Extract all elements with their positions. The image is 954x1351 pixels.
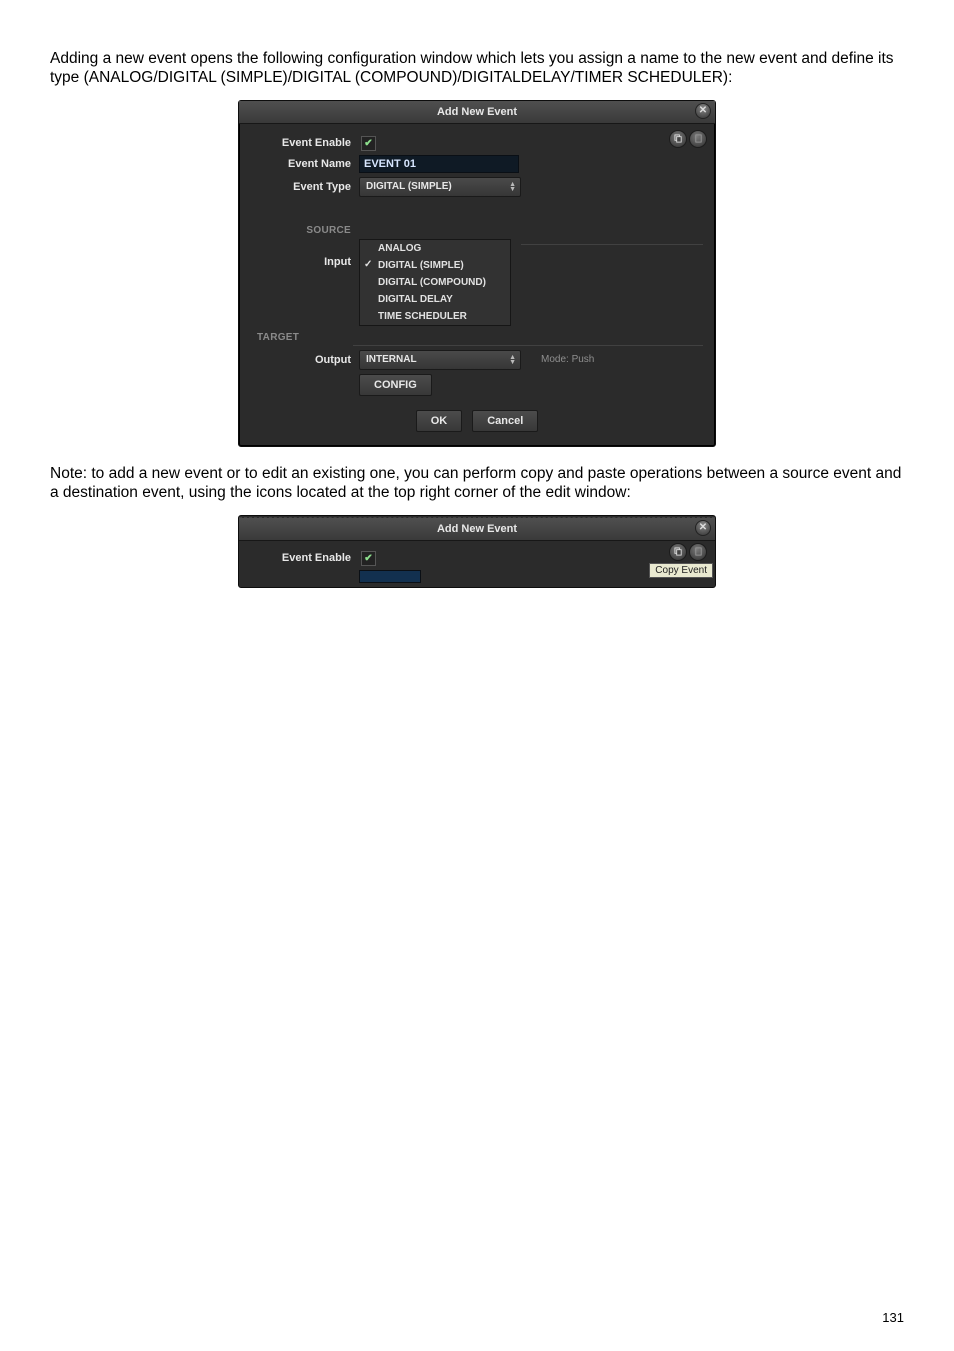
page-number: 131 [882,1310,904,1325]
output-value: INTERNAL [366,354,417,365]
source-header: SOURCE [257,225,351,236]
dialog-titlebar: Add New Event ✕ [239,518,715,541]
dialog-title: Add New Event [437,106,517,118]
ok-button[interactable]: OK [416,410,463,432]
add-event-dialog: Add New Event ✕ Event Enable ✔ [238,100,716,447]
close-icon[interactable]: ✕ [695,520,711,536]
dropdown-item-time-scheduler[interactable]: TIME SCHEDULER [360,308,510,325]
dropdown-item-analog[interactable]: ANALOG [360,240,510,257]
dropdown-item-digital-compound[interactable]: DIGITAL (COMPOUND) [360,274,510,291]
sort-arrows-icon: ▲▼ [509,182,516,192]
event-enable-label: Event Enable [251,137,359,149]
event-enable-checkbox[interactable]: ✔ [361,551,376,566]
input-label: Input [251,256,359,268]
paste-icon[interactable] [689,130,707,148]
event-type-label: Event Type [251,181,359,193]
output-label: Output [251,354,359,366]
copy-icon[interactable] [669,130,687,148]
dialog-title: Add New Event [437,523,517,535]
event-name-input[interactable]: EVENT 01 [359,155,519,173]
dropdown-item-digital-simple[interactable]: DIGITAL (SIMPLE) [360,257,510,274]
intro-paragraph: Adding a new event opens the following c… [50,50,904,88]
target-header: TARGET [257,332,703,343]
note-paragraph: Note: to add a new event or to edit an e… [50,465,904,503]
event-name-label: Event Name [251,158,359,170]
copy-icon[interactable] [669,543,687,561]
dropdown-item-digital-delay[interactable]: DIGITAL DELAY [360,291,510,308]
paste-icon[interactable] [689,543,707,561]
config-button[interactable]: CONFIG [359,374,432,396]
close-icon[interactable]: ✕ [695,103,711,119]
output-dropdown[interactable]: INTERNAL ▲▼ [359,350,521,370]
event-enable-label: Event Enable [251,552,359,564]
mode-label: Mode: Push [541,354,594,365]
event-type-value: DIGITAL (SIMPLE) [366,181,452,192]
event-enable-checkbox[interactable]: ✔ [361,136,376,151]
dialog-titlebar: Add New Event ✕ [239,101,715,124]
copy-event-tooltip: Copy Event [649,563,713,578]
sort-arrows-icon: ▲▼ [509,355,516,365]
event-type-dropdown[interactable]: DIGITAL (SIMPLE) ▲▼ [359,177,521,197]
event-name-stub [359,570,421,583]
cancel-button[interactable]: Cancel [472,410,538,432]
event-type-dropdown-list[interactable]: ANALOG DIGITAL (SIMPLE) DIGITAL (COMPOUN… [359,239,511,326]
add-event-dialog-cropped: Add New Event ✕ Copy Event Event Enable … [238,515,716,588]
